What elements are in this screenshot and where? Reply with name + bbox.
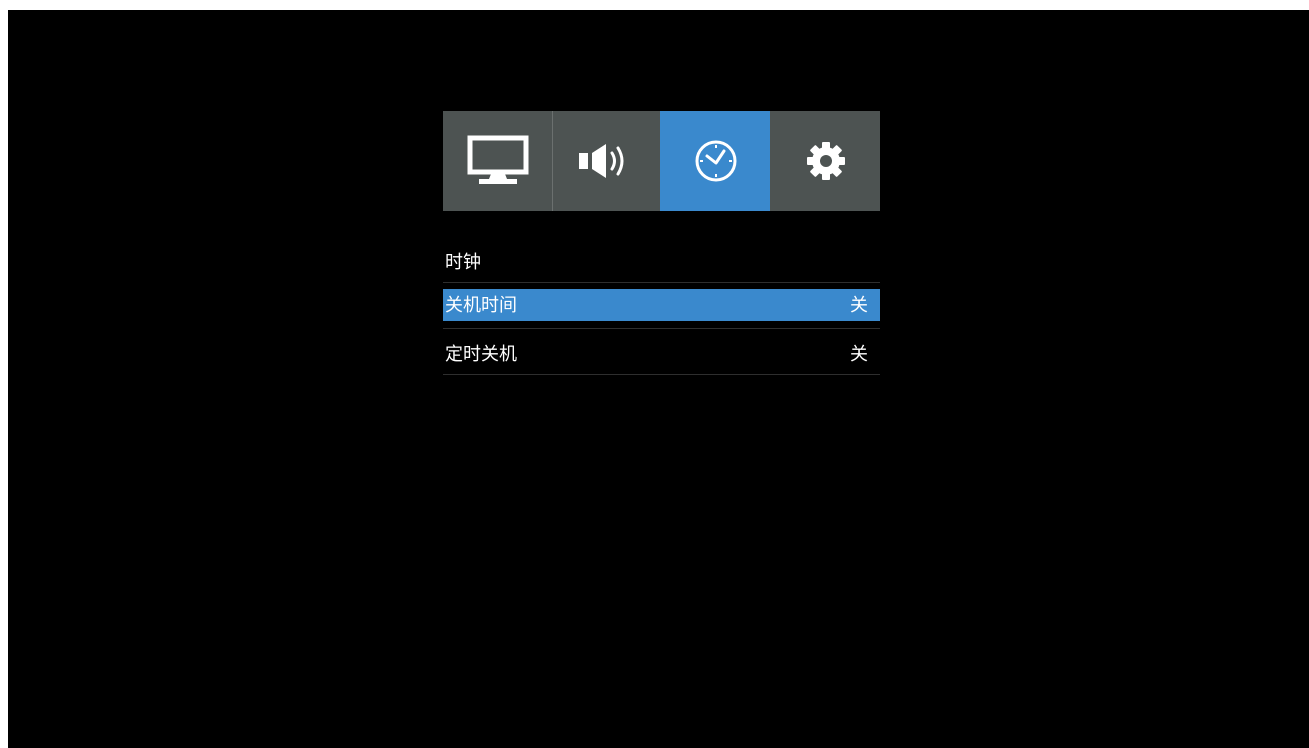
tab-picture[interactable] bbox=[443, 111, 552, 211]
menu-item-label: 关机时间 bbox=[445, 295, 517, 316]
menu-item-label: 定时关机 bbox=[445, 344, 517, 365]
tab-sound[interactable] bbox=[552, 111, 660, 211]
menu-item-value: 关 bbox=[850, 344, 868, 365]
tab-time[interactable] bbox=[660, 111, 770, 211]
menu-item-value: 关 bbox=[850, 295, 868, 316]
menu-item-sleep-timer[interactable]: 定时关机 关 bbox=[443, 329, 880, 375]
osd-screen: 时钟 关机时间 关 定时关机 关 bbox=[8, 10, 1309, 748]
menu-item-clock[interactable]: 时钟 bbox=[443, 237, 880, 283]
osd-menu: 时钟 关机时间 关 定时关机 关 bbox=[443, 111, 880, 375]
monitor-icon bbox=[467, 135, 528, 184]
clock-icon bbox=[695, 140, 736, 182]
time-settings-list: 时钟 关机时间 关 定时关机 关 bbox=[443, 237, 880, 375]
tab-settings[interactable] bbox=[770, 111, 880, 211]
gear-icon bbox=[806, 142, 845, 180]
speaker-icon bbox=[578, 144, 623, 178]
menu-item-off-time[interactable]: 关机时间 关 bbox=[443, 283, 880, 329]
menu-item-label: 时钟 bbox=[445, 252, 481, 273]
category-tabs bbox=[443, 111, 880, 211]
